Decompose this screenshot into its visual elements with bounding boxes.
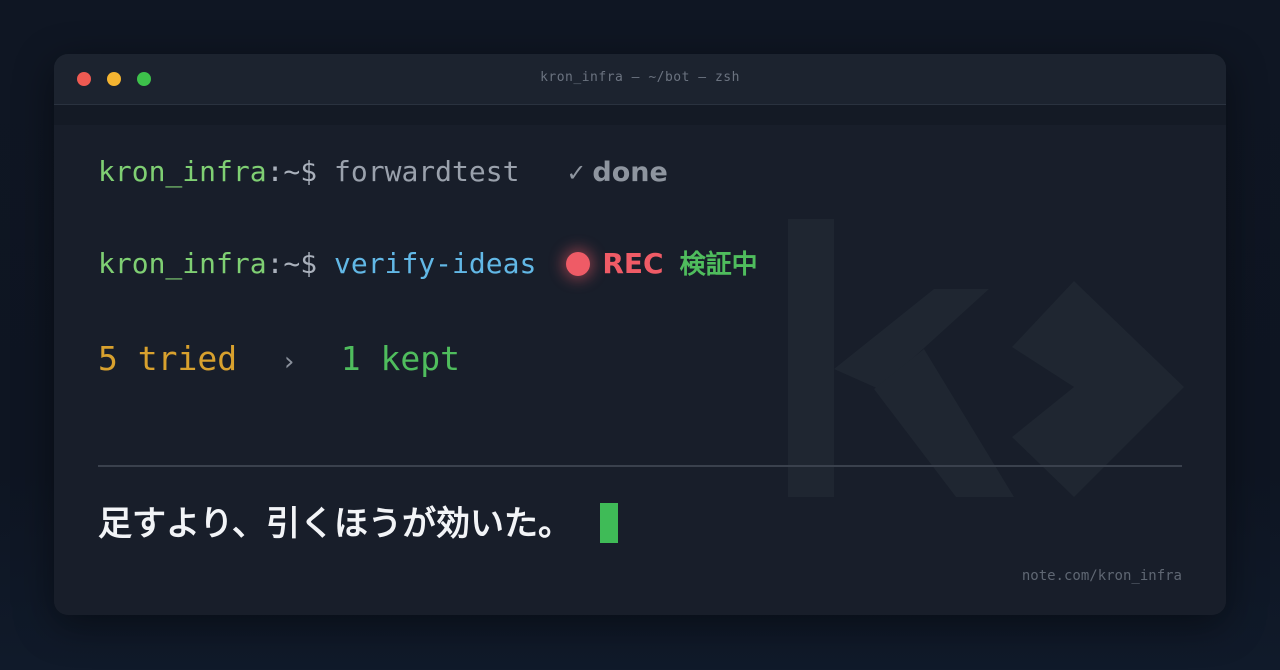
divider xyxy=(98,465,1182,467)
result-summary: 5 tried › 1 kept xyxy=(98,339,460,378)
credit-link[interactable]: note.com/kron_infra xyxy=(1022,568,1182,584)
terminal-window: kron_infra — ~/bot — zsh kron_infra:~$ f… xyxy=(54,54,1226,615)
prompt-user: kron_infra xyxy=(98,155,267,188)
tagline-text: 足すより、引くほうが効いた。 xyxy=(98,504,572,544)
rec-label: REC xyxy=(602,247,664,280)
title-bar: kron_infra — ~/bot — zsh xyxy=(54,54,1226,105)
kept-count: 1 kept xyxy=(340,339,460,378)
command-line-verify-ideas: kron_infra:~$ verify-ideas REC 検証中 xyxy=(98,246,758,282)
prompt-path: :~$ xyxy=(266,155,318,188)
block-cursor-icon xyxy=(599,503,618,543)
tagline: 足すより、引くほうが効いた。 xyxy=(98,500,618,548)
kron-logo-icon xyxy=(788,219,1184,497)
command-line-forwardtest: kron_infra:~$ forwardtest ✓ done xyxy=(98,154,668,190)
prompt-user: kron_infra xyxy=(98,247,267,280)
record-dot-icon xyxy=(566,252,591,276)
check-icon: ✓ xyxy=(566,159,587,187)
window-title: kron_infra — ~/bot — zsh xyxy=(540,70,740,85)
command-text: forwardtest xyxy=(334,155,520,188)
tried-count: 5 tried xyxy=(98,339,238,378)
content-top-band xyxy=(54,105,1226,125)
prompt-path: :~$ xyxy=(266,247,318,280)
chevron-right-icon: › xyxy=(281,347,297,377)
command-text: verify-ideas xyxy=(334,247,537,280)
verifying-status: 検証中 xyxy=(679,250,758,280)
done-status: done xyxy=(592,157,668,188)
